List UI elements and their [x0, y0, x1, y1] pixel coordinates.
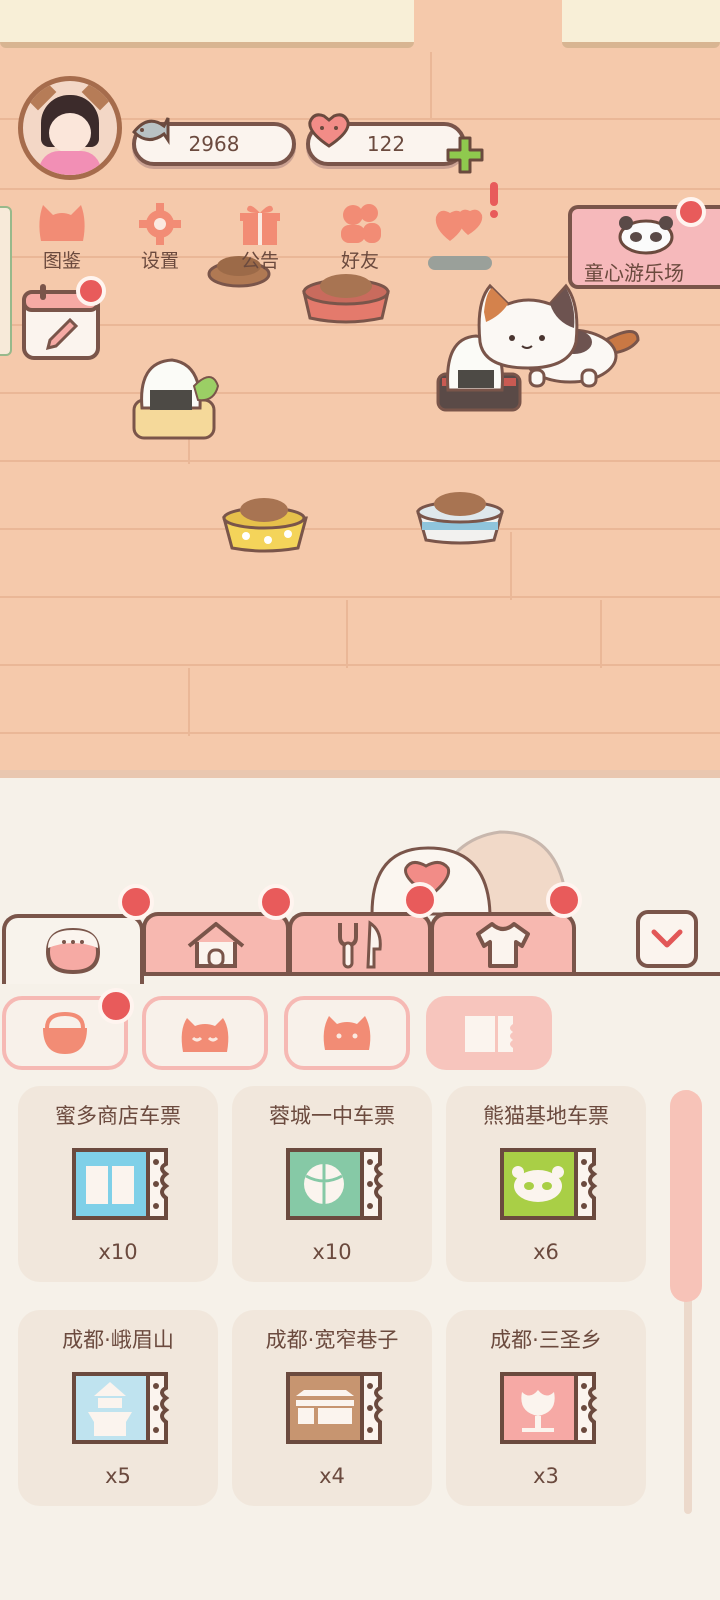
- tab-clothes[interactable]: [430, 912, 576, 974]
- item-quantity: x6: [533, 1240, 559, 1264]
- subtab-ticket[interactable]: [426, 996, 552, 1070]
- floor-seam: [510, 532, 512, 600]
- amusement-park-label: 童心游乐场: [584, 261, 684, 285]
- floor-plank: [0, 664, 720, 666]
- window-left: [0, 0, 414, 48]
- subtab-cat[interactable]: [284, 996, 410, 1070]
- item-quantity: x5: [105, 1464, 131, 1488]
- tab-utensils[interactable]: [288, 912, 432, 974]
- flower-ticket-icon: [500, 1372, 598, 1444]
- floor-plank: [0, 528, 720, 530]
- item-card[interactable]: 蜜多商店车票 x10: [18, 1086, 218, 1282]
- menu-friends-label: 好友: [340, 250, 379, 272]
- subtab-sleep[interactable]: [142, 996, 268, 1070]
- item-card[interactable]: 成都·峨眉山 x5: [18, 1310, 218, 1506]
- item-title: 成都·三圣乡: [490, 1328, 602, 1352]
- tab-utensils-badge: [402, 882, 438, 918]
- player-avatar[interactable]: [18, 76, 122, 180]
- item-title: 蓉城一中车票: [269, 1104, 395, 1128]
- events-progress-bar: [428, 256, 492, 270]
- floor-plank: [0, 732, 720, 734]
- exclamation-icon: [490, 182, 498, 218]
- ticket-icon: [465, 1016, 513, 1052]
- peeking-mascot: [370, 830, 566, 916]
- friends-icon: [341, 204, 381, 243]
- chevron-down-icon: [651, 929, 683, 948]
- menu-announcement-button[interactable]: 公告: [220, 196, 300, 274]
- food-bowl-icon: [45, 927, 101, 975]
- shirt-icon: [476, 922, 530, 968]
- basketball-ticket-icon: [286, 1148, 384, 1220]
- book-ticket-icon: [72, 1148, 170, 1220]
- floor-plank: [0, 596, 720, 598]
- floor-seam: [430, 52, 432, 120]
- tab-house-badge: [258, 884, 294, 920]
- floor-seam: [600, 600, 602, 668]
- tab-house[interactable]: [142, 912, 290, 974]
- cat-face-icon: [323, 1016, 371, 1050]
- menu-collection-label: 图鉴: [42, 250, 81, 272]
- calendar-notification-dot: [76, 276, 106, 306]
- onigiri-steamer[interactable]: [128, 356, 224, 444]
- item-quantity: x3: [533, 1464, 559, 1488]
- house-icon: [187, 922, 245, 968]
- tab-strip-divider: [142, 972, 720, 976]
- park-notification-dot: [676, 197, 706, 227]
- item-title: 蜜多商店车票: [55, 1104, 181, 1128]
- avatar-face: [49, 113, 91, 153]
- gift-icon: [240, 205, 280, 245]
- floor-plank: [0, 392, 720, 394]
- item-card[interactable]: 熊猫基地车票 x6: [446, 1086, 646, 1282]
- basket-icon: [43, 1011, 87, 1054]
- menu-friends-button[interactable]: 好友: [320, 196, 400, 274]
- heart-count: 122: [366, 132, 406, 156]
- menu-announcement-label: 公告: [240, 250, 279, 272]
- side-drawer-handle[interactable]: [0, 206, 12, 356]
- tab-clothes-badge: [546, 882, 582, 918]
- floor-plank: [0, 188, 720, 190]
- floor-seam: [346, 600, 348, 668]
- cat-head-icon: [39, 205, 85, 241]
- menu-settings-button[interactable]: 设置: [120, 196, 200, 274]
- fish-count: 2968: [188, 132, 240, 156]
- menu-collection-button[interactable]: 图鉴: [22, 196, 102, 274]
- fish-icon: [130, 110, 170, 150]
- panda-ticket-icon: [500, 1148, 598, 1220]
- floor-edge: [0, 770, 720, 778]
- blue-food-bowl[interactable]: [412, 480, 508, 546]
- add-hearts-button[interactable]: [444, 134, 486, 176]
- item-quantity: x10: [312, 1240, 352, 1264]
- floor-seam: [188, 668, 190, 736]
- gear-icon: [139, 203, 181, 245]
- subtab-basket-badge: [98, 988, 134, 1024]
- item-quantity: x4: [319, 1464, 345, 1488]
- window-right: [562, 0, 720, 48]
- item-title: 成都·峨眉山: [62, 1328, 174, 1352]
- alley-ticket-icon: [286, 1372, 384, 1444]
- item-quantity: x10: [98, 1240, 138, 1264]
- item-title: 成都·宽窄巷子: [265, 1328, 399, 1352]
- panda-icon: [618, 216, 674, 255]
- menu-settings-label: 设置: [140, 250, 179, 272]
- temple-ticket-icon: [72, 1372, 170, 1444]
- floor-plank: [0, 460, 720, 462]
- tab-food-bowl[interactable]: [2, 914, 144, 984]
- hearts-icon: [435, 209, 483, 241]
- yellow-food-bowl[interactable]: [218, 486, 312, 554]
- item-card[interactable]: 成都·三圣乡 x3: [446, 1310, 646, 1506]
- plus-icon: [446, 136, 484, 174]
- item-card[interactable]: 蓉城一中车票 x10: [232, 1086, 432, 1282]
- scrollbar-thumb[interactable]: [670, 1090, 702, 1302]
- item-title: 熊猫基地车票: [483, 1104, 609, 1128]
- fork-knife-icon: [338, 920, 382, 969]
- sleeping-cat-icon: [181, 1018, 229, 1052]
- heart-face-icon: [306, 110, 352, 150]
- calico-cat[interactable]: [470, 282, 648, 390]
- collapse-panel-button[interactable]: [636, 910, 698, 968]
- item-card[interactable]: 成都·宽窄巷子 x4: [232, 1310, 432, 1506]
